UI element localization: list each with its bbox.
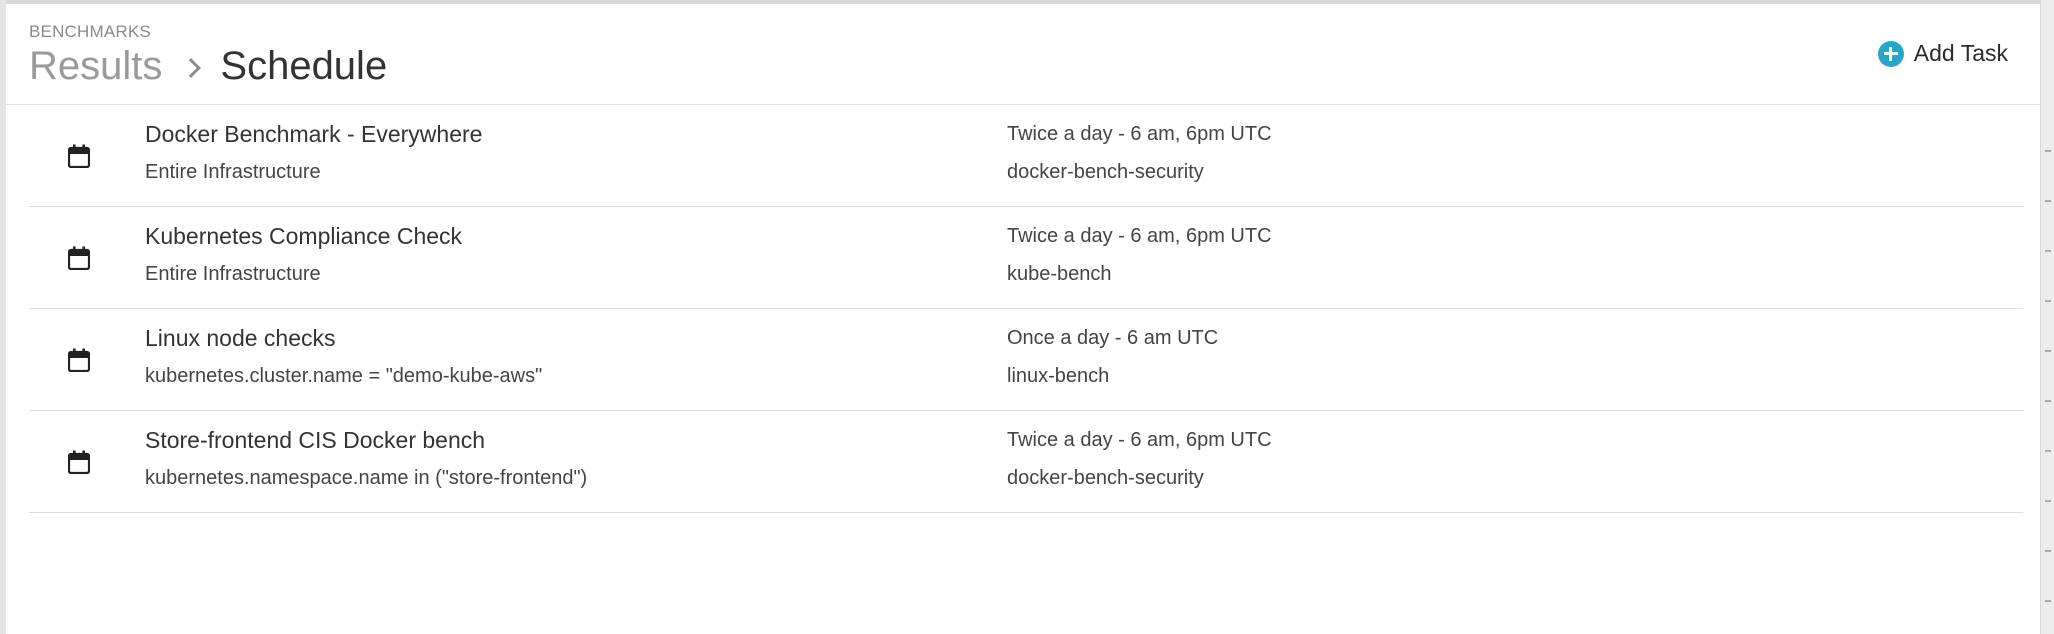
task-scope: Entire Infrastructure [145,263,321,285]
scroll-mark [2045,350,2051,352]
calendar-icon [68,348,90,372]
task-tool: kube-bench [1007,263,1112,285]
app-window: BENCHMARKS Results Schedule Add Task Doc… [0,0,2054,634]
scroll-mark [2045,150,2051,152]
plus-circle-icon [1877,40,1904,67]
add-task-label: Add Task [1913,40,2008,66]
task-row[interactable]: Linux node checks kubernetes.cluster.nam… [29,309,2023,411]
scroll-mark [2045,200,2051,202]
calendar-icon [68,144,90,168]
add-task-button[interactable]: Add Task [1877,40,2008,67]
window-scrollbar[interactable] [2040,0,2054,634]
calendar-icon [68,246,90,270]
page-header: BENCHMARKS Results Schedule Add Task [6,4,2040,105]
task-frequency: Once a day - 6 am UTC [1007,327,1219,349]
task-frequency: Twice a day - 6 am, 6pm UTC [1007,225,1272,247]
task-title: Store-frontend CIS Docker bench [145,427,486,453]
task-list: Docker Benchmark - Everywhere Entire Inf… [29,105,2023,513]
task-tool: docker-bench-security [1007,161,1204,183]
scroll-mark [2045,400,2051,402]
task-row[interactable]: Store-frontend CIS Docker bench kubernet… [29,411,2023,513]
breadcrumb: Results Schedule [29,42,387,90]
task-scope: kubernetes.cluster.name = "demo-kube-aws… [145,365,543,387]
task-title: Docker Benchmark - Everywhere [145,121,483,147]
task-title: Kubernetes Compliance Check [145,223,463,249]
scroll-mark [2045,250,2051,252]
task-frequency: Twice a day - 6 am, 6pm UTC [1007,123,1272,145]
task-scope: Entire Infrastructure [145,161,321,183]
scroll-mark [2045,450,2051,452]
scroll-mark [2045,300,2051,302]
section-label: BENCHMARKS [29,22,151,41]
calendar-icon [68,450,90,474]
task-row[interactable]: Docker Benchmark - Everywhere Entire Inf… [29,105,2023,207]
scroll-mark [2045,550,2051,552]
breadcrumb-results-link[interactable]: Results [29,42,162,90]
task-row[interactable]: Kubernetes Compliance Check Entire Infra… [29,207,2023,309]
chevron-right-icon [181,58,202,78]
task-scope: kubernetes.namespace.name in ("store-fro… [145,467,588,489]
task-tool: linux-bench [1007,365,1110,387]
task-tool: docker-bench-security [1007,467,1204,489]
scroll-mark [2045,600,2051,602]
task-title: Linux node checks [145,325,336,351]
scroll-mark [2045,500,2051,502]
page-title: Schedule [220,44,388,88]
task-frequency: Twice a day - 6 am, 6pm UTC [1007,429,1272,451]
